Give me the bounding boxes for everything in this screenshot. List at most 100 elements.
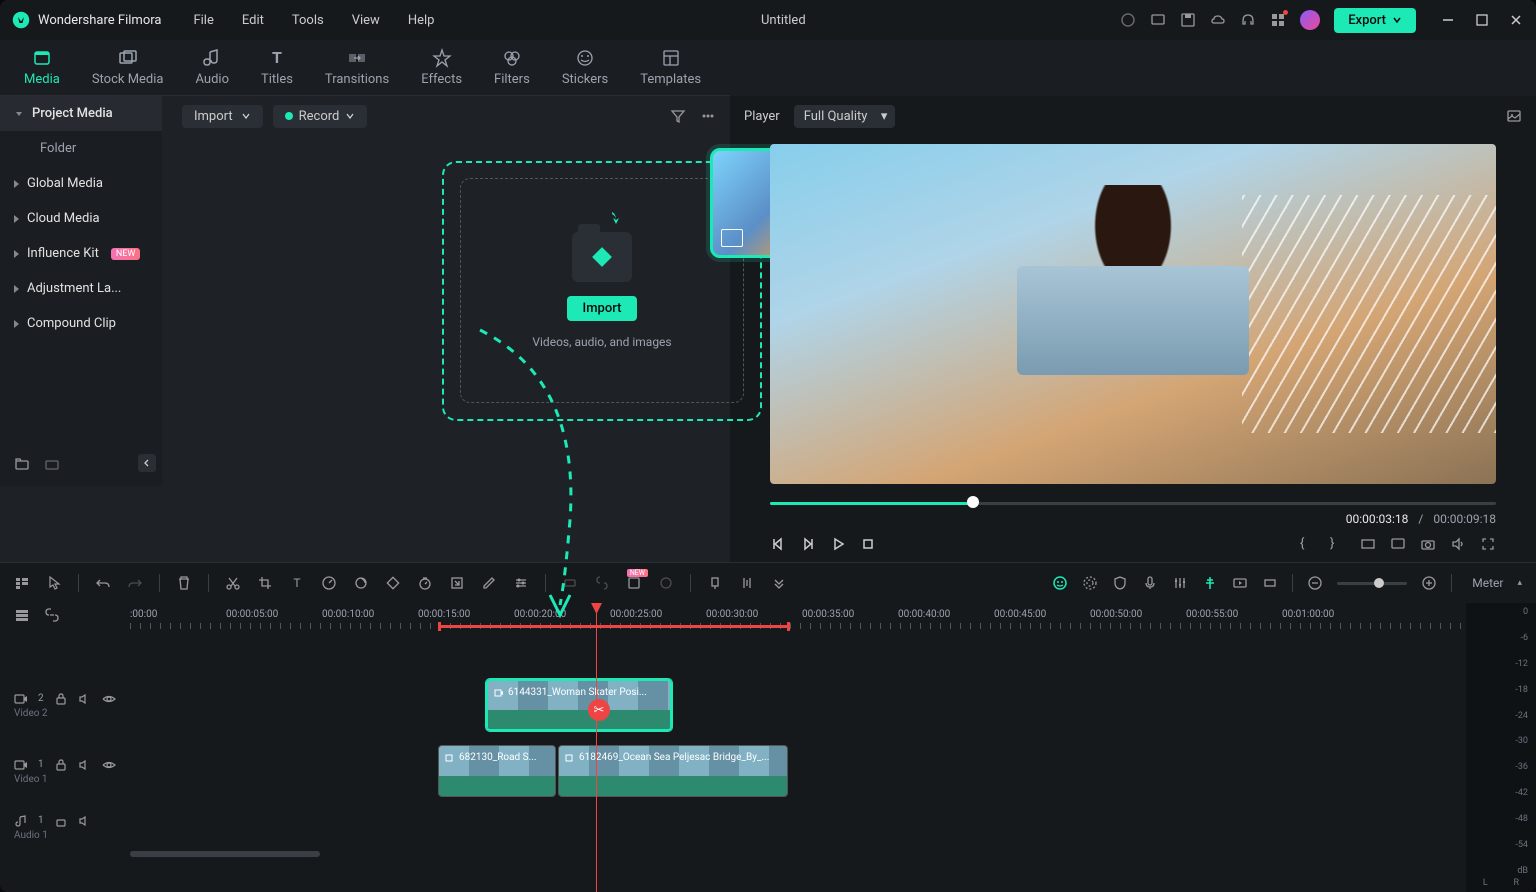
- close-icon[interactable]: [1508, 12, 1524, 28]
- play-icon[interactable]: [830, 536, 846, 552]
- group-icon[interactable]: [562, 575, 578, 591]
- apps-icon[interactable]: [1270, 12, 1286, 28]
- sidebar-compound-clip[interactable]: Compound Clip: [0, 306, 162, 341]
- marker-icon[interactable]: [707, 575, 723, 591]
- undo-icon[interactable]: [95, 575, 111, 591]
- meter-label[interactable]: Meter: [1472, 576, 1503, 590]
- crop-icon[interactable]: [257, 575, 273, 591]
- detach-icon[interactable]: [449, 575, 465, 591]
- render-icon[interactable]: [1232, 575, 1248, 591]
- tab-stickers[interactable]: Stickers: [562, 48, 608, 87]
- tab-filters[interactable]: Filters: [494, 48, 530, 87]
- menu-tools[interactable]: Tools: [280, 9, 336, 32]
- ai-icon[interactable]: [1082, 575, 1098, 591]
- tab-transitions[interactable]: Transitions: [325, 48, 389, 87]
- maximize-icon[interactable]: [1474, 12, 1490, 28]
- tab-effects[interactable]: Effects: [421, 48, 462, 87]
- link-icon[interactable]: [594, 575, 610, 591]
- cloud-icon[interactable]: [1210, 12, 1226, 28]
- clip-video-1b[interactable]: 6182469_Ocean Sea Peljesac Bridge_By_...: [558, 745, 788, 797]
- mic-icon[interactable]: [1142, 575, 1158, 591]
- sidebar-folder[interactable]: Folder: [0, 131, 162, 166]
- sidebar-project-media[interactable]: Project Media: [0, 96, 162, 131]
- mute-icon[interactable]: [78, 758, 92, 772]
- mask-icon[interactable]: [658, 575, 674, 591]
- record-circle-icon[interactable]: [1120, 12, 1136, 28]
- playhead[interactable]: [596, 603, 597, 892]
- range-indicator[interactable]: [438, 625, 790, 628]
- fullscreen-icon[interactable]: [1480, 536, 1496, 552]
- new-folder-icon[interactable]: [14, 456, 30, 472]
- timeline-h-scrollbar[interactable]: [0, 847, 1466, 861]
- duration-icon[interactable]: [417, 575, 433, 591]
- sidebar-global-media[interactable]: Global Media: [0, 166, 162, 201]
- split-icon[interactable]: [225, 575, 241, 591]
- menu-view[interactable]: View: [340, 9, 392, 32]
- sidebar-influence-kit[interactable]: Influence KitNEW: [0, 236, 162, 271]
- ratio-icon[interactable]: [1360, 536, 1376, 552]
- text-icon[interactable]: T: [289, 575, 305, 591]
- mute-icon[interactable]: [78, 692, 92, 706]
- tab-templates[interactable]: Templates: [640, 48, 701, 87]
- stop-icon[interactable]: [860, 536, 876, 552]
- shield-icon[interactable]: [1112, 575, 1128, 591]
- speed-icon[interactable]: [321, 575, 337, 591]
- paint-icon[interactable]: [481, 575, 497, 591]
- clip-video-1a[interactable]: 682130_Road S...: [438, 745, 556, 797]
- zoom-slider[interactable]: [1337, 582, 1407, 585]
- lock-icon[interactable]: [54, 814, 68, 828]
- face-icon[interactable]: [1052, 575, 1068, 591]
- timeline-tracks[interactable]: :00:0000:00:05:0000:00:10:0000:00:15:000…: [0, 603, 1466, 892]
- playback-progress[interactable]: [770, 492, 1496, 512]
- tab-media[interactable]: Media: [24, 48, 60, 87]
- mute-icon[interactable]: [78, 814, 92, 828]
- new-bin-icon[interactable]: [44, 456, 60, 472]
- tab-titles[interactable]: TTitles: [261, 48, 293, 87]
- mark-out-icon[interactable]: }: [1330, 536, 1346, 552]
- preview-viewport[interactable]: [770, 144, 1496, 484]
- lock-icon[interactable]: [54, 758, 68, 772]
- next-frame-icon[interactable]: [800, 536, 816, 552]
- tracks-toggle-icon[interactable]: [14, 607, 30, 623]
- sidebar-adjustment-layer[interactable]: Adjustment La...: [0, 271, 162, 306]
- mark-in-icon[interactable]: {: [1300, 536, 1316, 552]
- display-icon[interactable]: [1150, 12, 1166, 28]
- expand-icon[interactable]: [771, 575, 787, 591]
- sidebar-cloud-media[interactable]: Cloud Media: [0, 201, 162, 236]
- delete-icon[interactable]: [176, 575, 192, 591]
- effects-icon[interactable]: NEW: [626, 575, 642, 591]
- zoom-in-icon[interactable]: [1421, 575, 1437, 591]
- magnet-icon[interactable]: [1202, 575, 1218, 591]
- zoom-out-icon[interactable]: [1307, 575, 1323, 591]
- save-icon[interactable]: [1180, 12, 1196, 28]
- menu-help[interactable]: Help: [396, 9, 447, 32]
- headset-icon[interactable]: [1240, 12, 1256, 28]
- quality-dropdown[interactable]: Full Quality: [794, 105, 896, 128]
- visibility-icon[interactable]: [102, 758, 116, 772]
- screen-icon[interactable]: [1390, 536, 1406, 552]
- minimize-icon[interactable]: [1440, 12, 1456, 28]
- drop-zone[interactable]: Import Videos, audio, and images: [460, 178, 744, 403]
- export-button[interactable]: Export: [1334, 8, 1416, 33]
- redo-icon[interactable]: [127, 575, 143, 591]
- camera-icon[interactable]: [1420, 536, 1436, 552]
- menu-edit[interactable]: Edit: [230, 9, 276, 32]
- selection-tool-icon[interactable]: [46, 575, 62, 591]
- import-button[interactable]: Import: [567, 296, 638, 321]
- user-avatar[interactable]: [1300, 10, 1320, 30]
- snapshot-icon[interactable]: [1506, 108, 1522, 124]
- adjust-icon[interactable]: [513, 575, 529, 591]
- volume-icon[interactable]: [1450, 536, 1466, 552]
- link-toggle-icon[interactable]: [44, 607, 60, 623]
- color-icon[interactable]: [353, 575, 369, 591]
- lock-icon[interactable]: [54, 692, 68, 706]
- keyframe-icon[interactable]: [385, 575, 401, 591]
- media-drop-area[interactable]: Import Videos, audio, and images 00:00:0…: [162, 96, 730, 562]
- fit-icon[interactable]: [1262, 575, 1278, 591]
- prev-frame-icon[interactable]: [770, 536, 786, 552]
- audio-edit-icon[interactable]: [739, 575, 755, 591]
- collapse-sidebar-icon[interactable]: [138, 454, 156, 472]
- visibility-icon[interactable]: [102, 692, 116, 706]
- mixer-icon[interactable]: [1172, 575, 1188, 591]
- menu-file[interactable]: File: [181, 9, 225, 32]
